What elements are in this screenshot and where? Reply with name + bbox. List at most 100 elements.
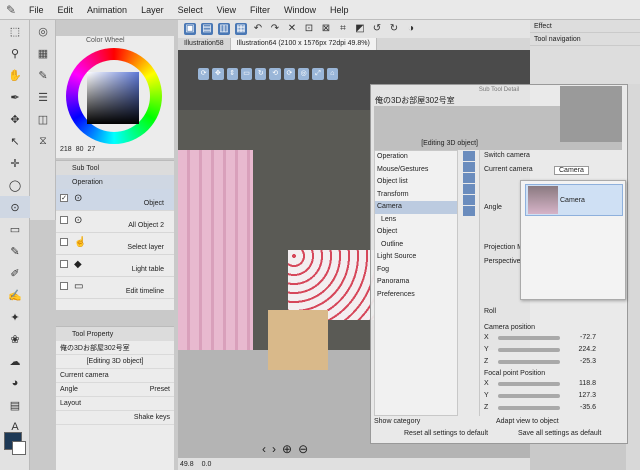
category-fog[interactable]: Fog: [375, 264, 457, 277]
sub-tool-item-object[interactable]: ✓ ⊙ Object: [56, 189, 174, 211]
rotation-readout[interactable]: 0.0: [202, 461, 212, 468]
zoom-out-icon[interactable]: ⊖: [298, 442, 308, 456]
cam-x-slider[interactable]: [498, 336, 560, 340]
camera-pan-icon[interactable]: ✥: [212, 68, 224, 80]
tool-navigation-label[interactable]: Tool navigation: [530, 33, 640, 46]
category-toggle-icon[interactable]: [463, 206, 475, 216]
cam-y-slider[interactable]: [498, 348, 560, 352]
redo-icon[interactable]: ↷: [269, 23, 281, 35]
color-saturation-square[interactable]: [87, 72, 139, 124]
menu-layer[interactable]: Layer: [134, 5, 171, 15]
tab-illustration58[interactable]: Illustration58: [178, 38, 231, 50]
current-camera-select[interactable]: Camera: [554, 166, 589, 175]
rotate-z-icon[interactable]: ◎: [298, 68, 310, 80]
tp-shake-keys[interactable]: Shake keys: [56, 411, 174, 425]
history-icon[interactable]: ⧖: [30, 130, 56, 152]
rotate-x-icon[interactable]: ⟲: [269, 68, 281, 80]
menu-filter[interactable]: Filter: [243, 5, 277, 15]
category-toggle-icon[interactable]: [463, 195, 475, 205]
edit-timeline-checkbox[interactable]: [60, 282, 68, 290]
adapt-view-checkbox[interactable]: Adapt view to object: [496, 418, 559, 425]
select-layer-checkbox[interactable]: [60, 238, 68, 246]
sub-tool-tab-operation[interactable]: Operation: [56, 175, 174, 189]
sub-tool-item-light-table[interactable]: ◆ Light table: [56, 255, 174, 277]
category-object-list[interactable]: Object list: [375, 176, 457, 189]
category-preferences[interactable]: Preferences: [375, 289, 457, 302]
camera-dolly-icon[interactable]: ⇕: [226, 68, 238, 80]
zoom-icon[interactable]: ⚲: [0, 42, 30, 64]
focal-x-slider[interactable]: [498, 382, 560, 386]
focal-x-value[interactable]: 118.8: [570, 380, 596, 387]
category-transform[interactable]: Transform: [375, 189, 457, 202]
brush-size-icon[interactable]: ▦: [30, 42, 56, 64]
tp-angle[interactable]: Angle Preset: [56, 383, 174, 397]
menu-select[interactable]: Select: [171, 5, 210, 15]
tp-layout[interactable]: Layout: [56, 397, 174, 411]
next-icon[interactable]: ›: [272, 442, 276, 456]
sub-tool-item-select-layer[interactable]: ☝ Select layer: [56, 233, 174, 255]
category-toggle-icon[interactable]: [463, 162, 475, 172]
pen-icon[interactable]: ✎: [0, 240, 30, 262]
menu-view[interactable]: View: [210, 5, 243, 15]
rotate-obj-icon[interactable]: ↻: [255, 68, 267, 80]
transform-icon[interactable]: ⊡: [303, 23, 315, 35]
all-object-checkbox[interactable]: [60, 216, 68, 224]
invert-icon[interactable]: ◑: [405, 23, 417, 35]
focal-y-slider[interactable]: [498, 394, 560, 398]
save-all-button[interactable]: Save all settings as default: [518, 430, 601, 437]
open-icon[interactable]: ▤: [201, 23, 213, 35]
fill-bucket-icon[interactable]: ◕: [0, 372, 30, 394]
reset-all-button[interactable]: Reset all settings to default: [404, 430, 488, 437]
move-icon[interactable]: ⬚: [0, 20, 30, 42]
menu-help[interactable]: Help: [323, 5, 356, 15]
category-mouse-gestures[interactable]: Mouse/Gestures: [375, 164, 457, 177]
transform-arrow-icon[interactable]: ↖: [0, 130, 30, 152]
focal-z-value[interactable]: -35.6: [570, 404, 596, 411]
menu-edit[interactable]: Edit: [51, 5, 81, 15]
category-lens[interactable]: Lens: [375, 214, 457, 227]
gradient-icon[interactable]: ▤: [0, 394, 30, 416]
lasso-icon[interactable]: ◯: [0, 174, 30, 196]
cam-z-value[interactable]: -25.3: [570, 358, 596, 365]
show-category-checkbox[interactable]: Show category: [374, 418, 420, 425]
eyedropper-icon[interactable]: ✒: [0, 86, 30, 108]
redo2-icon[interactable]: ↻: [388, 23, 400, 35]
sub-color-swatch[interactable]: [12, 441, 26, 455]
category-toggle-icon[interactable]: [463, 184, 475, 194]
menu-window[interactable]: Window: [277, 5, 323, 15]
reset-icon[interactable]: ⌂: [326, 68, 338, 80]
zoom-in-icon[interactable]: ⊕: [282, 442, 292, 456]
undo2-icon[interactable]: ↺: [371, 23, 383, 35]
clear-icon[interactable]: ✕: [286, 23, 298, 35]
undo-icon[interactable]: ↶: [252, 23, 264, 35]
category-camera[interactable]: Camera: [375, 201, 457, 214]
crop-icon[interactable]: ⌗: [337, 23, 349, 35]
camera-option[interactable]: Camera: [525, 184, 623, 216]
export-icon[interactable]: ▦: [235, 23, 247, 35]
app-logo-icon[interactable]: ✎: [0, 3, 22, 17]
tp-angle-value[interactable]: Preset: [150, 386, 170, 393]
tab-illustration64[interactable]: Illustration64 (2100 x 1576px 72dpi 49.8…: [230, 38, 377, 50]
fill-icon[interactable]: ◩: [354, 23, 366, 35]
pencil-size-icon[interactable]: ✎: [30, 64, 56, 86]
cam-z-slider[interactable]: [498, 360, 560, 364]
effect-label[interactable]: Effect: [530, 20, 640, 33]
object-checkbox[interactable]: ✓: [60, 194, 68, 202]
pencil-icon[interactable]: ✐: [0, 262, 30, 284]
save-icon[interactable]: ▥: [218, 23, 230, 35]
prev-icon[interactable]: ‹: [262, 442, 266, 456]
category-toggle-icon[interactable]: [463, 151, 475, 161]
category-outline[interactable]: Outline: [375, 239, 457, 252]
zoom-readout[interactable]: 49.8: [180, 461, 194, 468]
deselect-icon[interactable]: ⊠: [320, 23, 332, 35]
focal-z-slider[interactable]: [498, 406, 560, 410]
decoration-icon[interactable]: ❀: [0, 328, 30, 350]
move-plane-icon[interactable]: ▭: [240, 68, 253, 80]
sub-tool-item-all-object[interactable]: ⊙ All Object 2: [56, 211, 174, 233]
cam-y-value[interactable]: 224.2: [570, 346, 596, 353]
menu-file[interactable]: File: [22, 5, 51, 15]
category-panorama[interactable]: Panorama: [375, 276, 457, 289]
cam-x-value[interactable]: -72.7: [570, 334, 596, 341]
move-layer-icon[interactable]: ✛: [0, 152, 30, 174]
auto-select-icon[interactable]: ⊙: [0, 196, 30, 218]
